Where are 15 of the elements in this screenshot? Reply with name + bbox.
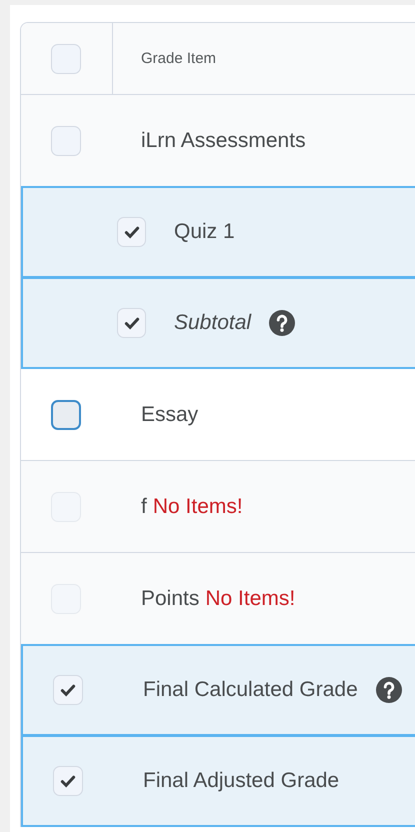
grade-item-name: Final Calculated Grade xyxy=(142,678,358,702)
select-all-checkbox[interactable] xyxy=(51,44,81,74)
grade-item-name: Subtotal xyxy=(173,311,252,335)
help-icon[interactable] xyxy=(376,677,402,703)
column-header[interactable]: Grade Item xyxy=(113,50,216,67)
grade-item-name: f xyxy=(140,494,147,518)
help-icon[interactable] xyxy=(269,310,296,336)
grade-item-name: Quiz 1 xyxy=(173,220,235,244)
warning-text: No Items! xyxy=(152,494,243,518)
row-checkbox[interactable] xyxy=(51,400,81,430)
grade-item-name: iLrn Assessments xyxy=(140,128,306,152)
grade-item-name: Essay xyxy=(140,402,198,426)
grade-item-name: Points xyxy=(140,586,200,610)
warning-text: No Items! xyxy=(205,586,296,610)
grade-item-name: Final Adjusted Grade xyxy=(142,769,340,793)
